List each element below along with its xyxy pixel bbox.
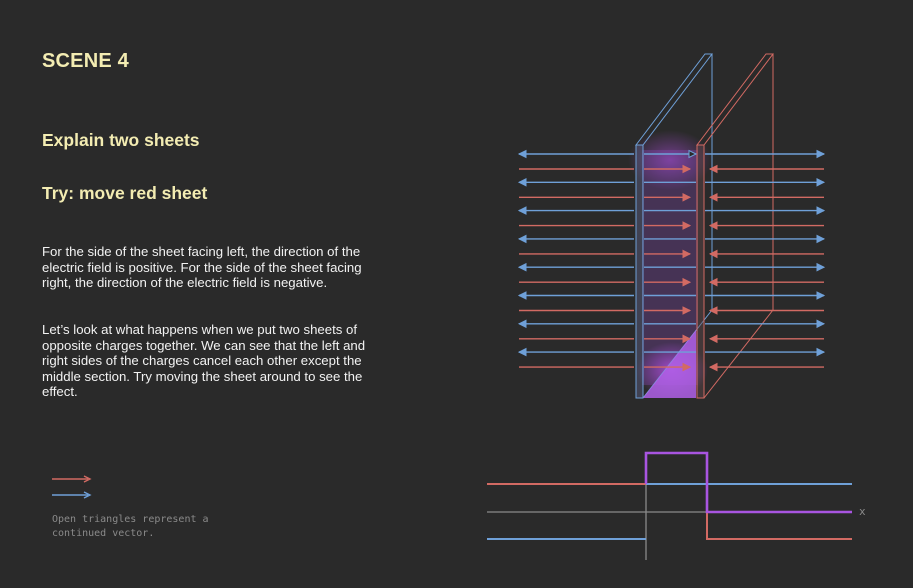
blue-arrowhead-right <box>816 262 826 272</box>
blue-arrowhead-right <box>816 206 826 215</box>
paragraph-field-direction: For the side of the sheet facing left, t… <box>42 244 362 291</box>
paragraph-two-sheets: Let’s look at what happens when we put t… <box>42 322 366 400</box>
graph-red-right <box>706 512 852 540</box>
blue-arrowhead-right <box>816 291 826 300</box>
red-arrowhead-right <box>708 362 718 372</box>
graph-net-field <box>644 451 852 514</box>
red-arrowhead-right <box>708 221 718 230</box>
blue-arrowhead-right <box>816 234 826 244</box>
blue-arrowhead-left <box>517 262 527 272</box>
scene-title: SCENE 4 <box>42 50 129 72</box>
red-arrowhead-right <box>708 249 718 259</box>
blue-arrowhead-left <box>517 347 527 357</box>
blue-arrowhead-left <box>517 177 527 187</box>
red-arrowhead-right <box>708 334 718 344</box>
blue-arrowhead-left <box>517 291 527 300</box>
two-sheets-diagram <box>517 53 826 399</box>
field-graph: x <box>487 451 866 560</box>
blue-arrowhead-right <box>816 177 826 187</box>
legend-note: Open triangles represent a continued vec… <box>52 514 209 539</box>
blue-arrowhead-right <box>816 319 826 329</box>
blue-arrowhead-right <box>816 149 826 159</box>
blue-arrowhead-left <box>517 319 527 329</box>
graph-x-label: x <box>859 505 866 518</box>
blue-arrowhead-left <box>517 234 527 244</box>
legend-blue-arrow-icon <box>52 491 92 499</box>
heading-explain: Explain two sheets <box>42 130 200 150</box>
red-arrowhead-right <box>708 192 718 202</box>
red-arrowhead-right <box>708 306 718 315</box>
legend <box>52 475 92 499</box>
blue-arrowhead-left <box>517 149 527 159</box>
red-arrowhead-right <box>708 164 718 174</box>
heading-try: Try: move red sheet <box>42 183 208 203</box>
red-arrowhead-right <box>708 277 718 287</box>
blue-arrowhead-left <box>517 206 527 215</box>
legend-red-arrow-icon <box>52 475 92 483</box>
blue-arrowhead-right <box>816 347 826 357</box>
